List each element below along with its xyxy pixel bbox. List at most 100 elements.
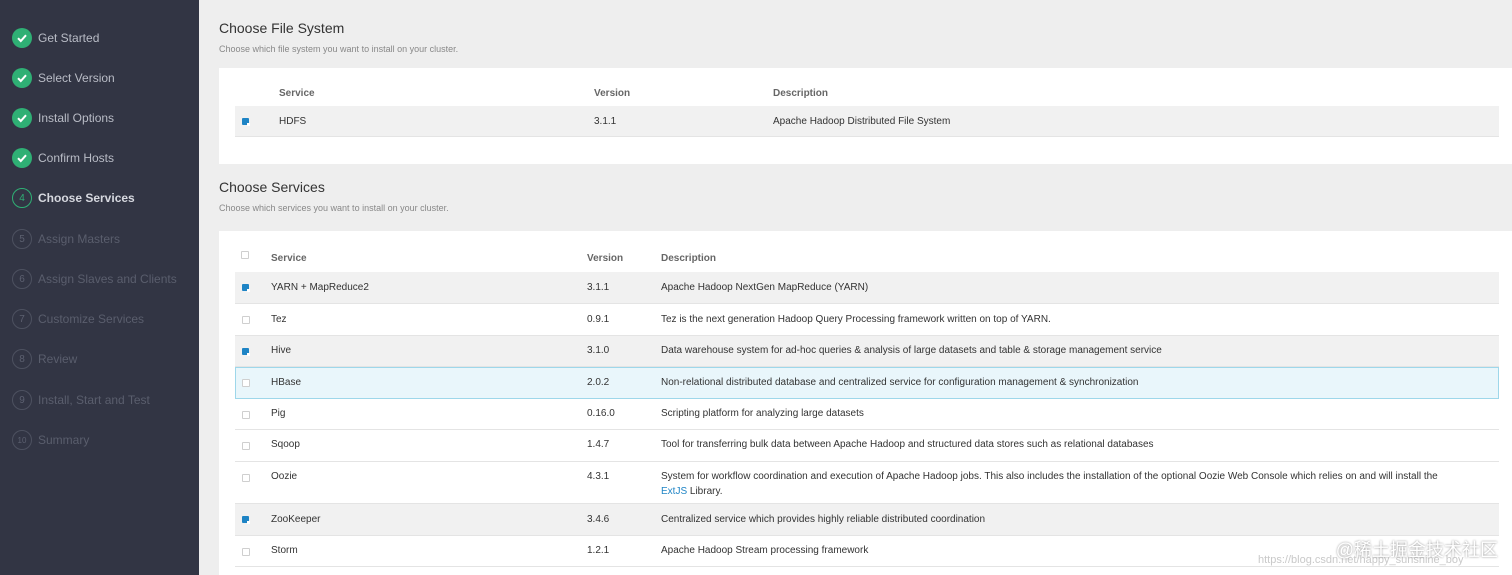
service-description: Non-relational distributed database and … [661, 377, 1139, 388]
service-version: 0.16.0 [587, 408, 615, 419]
check-circle-icon [12, 148, 32, 168]
col-header-version: Version [587, 253, 624, 264]
service-version: 1.2.1 [587, 545, 610, 556]
service-checkbox[interactable] [242, 548, 250, 556]
description-tail: Library. [687, 486, 723, 497]
service-name: Sqoop [271, 439, 300, 450]
service-version: 3.4.6 [587, 514, 610, 525]
step-label: Review [38, 352, 78, 366]
service-checkbox[interactable] [242, 348, 250, 356]
step-number-icon: 5 [12, 229, 32, 249]
service-version: 3.1.0 [587, 345, 610, 356]
step-install-start-test: 9 Install, Start and Test [12, 388, 150, 412]
step-number-icon: 7 [12, 309, 32, 329]
service-description-line2: ExtJS Library. [661, 486, 723, 497]
service-checkbox[interactable] [242, 411, 250, 419]
step-customize-services: 7 Customize Services [12, 307, 144, 331]
step-assign-masters: 5 Assign Masters [12, 227, 120, 251]
service-name: YARN + MapReduce2 [271, 282, 369, 293]
step-label: Assign Masters [38, 232, 121, 246]
services-subtitle: Choose which services you want to instal… [219, 203, 449, 213]
service-name: Storm [271, 545, 298, 556]
wizard-sidebar: Get Started Select Version Install Optio… [0, 0, 199, 575]
step-review: 8 Review [12, 347, 77, 371]
service-checkbox[interactable] [242, 474, 250, 482]
table-row[interactable]: YARN + MapReduce2 3.1.1 Apache Hadoop Ne… [235, 272, 1499, 304]
step-install-options[interactable]: Install Options [12, 106, 114, 130]
step-number-icon: 9 [12, 390, 32, 410]
service-version: 4.3.1 [587, 471, 610, 482]
service-name: Tez [271, 314, 287, 325]
table-row[interactable]: Oozie 4.3.1 System for workflow coordina… [235, 462, 1499, 504]
step-number-icon: 4 [12, 188, 32, 208]
service-checkbox[interactable] [242, 442, 250, 450]
check-circle-icon [12, 108, 32, 128]
service-name: HBase [271, 377, 302, 388]
col-header-version: Version [594, 88, 631, 99]
check-circle-icon [12, 68, 32, 88]
service-name: HDFS [279, 116, 307, 127]
step-label: Customize Services [38, 312, 145, 326]
table-row[interactable]: HBase 2.0.2 Non-relational distributed d… [235, 367, 1499, 399]
step-number-icon: 6 [12, 269, 32, 289]
step-get-started[interactable]: Get Started [12, 26, 99, 50]
service-name: ZooKeeper [271, 514, 321, 525]
col-header-description: Description [773, 88, 829, 99]
extjs-link[interactable]: ExtJS [661, 486, 687, 497]
service-checkbox[interactable] [242, 516, 250, 524]
file-system-subtitle: Choose which file system you want to ins… [219, 44, 459, 54]
col-header-service: Service [279, 88, 315, 99]
check-circle-icon [12, 28, 32, 48]
step-label: Assign Slaves and Clients [38, 272, 177, 286]
service-checkbox[interactable] [242, 379, 250, 387]
service-version: 2.0.2 [587, 377, 610, 388]
col-header-description: Description [661, 253, 717, 264]
service-name: Oozie [271, 471, 298, 482]
services-title: Choose Services [219, 179, 325, 195]
table-row[interactable]: Sqoop 1.4.7 Tool for transferring bulk d… [235, 430, 1499, 462]
table-row[interactable]: Pig 0.16.0 Scripting platform for analyz… [235, 399, 1499, 430]
col-header-service: Service [271, 253, 307, 264]
service-description: Tez is the next generation Hadoop Query … [661, 314, 1051, 325]
service-name: Pig [271, 408, 286, 419]
step-label: Get Started [38, 31, 100, 45]
service-checkbox[interactable] [242, 316, 250, 324]
step-number-icon: 10 [12, 430, 32, 450]
file-system-title: Choose File System [219, 20, 345, 36]
service-version: 1.4.7 [587, 439, 610, 450]
step-assign-slaves: 6 Assign Slaves and Clients [12, 267, 177, 291]
service-name: Hive [271, 345, 292, 356]
table-row[interactable]: Tez 0.9.1 Tez is the next generation Had… [235, 304, 1499, 336]
table-row[interactable]: ZooKeeper 3.4.6 Centralized service whic… [235, 504, 1499, 536]
step-number-icon: 8 [12, 349, 32, 369]
step-label: Select Version [38, 71, 115, 85]
service-description: Apache Hadoop Distributed File System [773, 116, 951, 127]
service-version: 3.1.1 [587, 282, 610, 293]
file-system-panel: Service Version Description HDFS 3.1.1 A… [219, 68, 1512, 164]
service-checkbox[interactable] [242, 118, 250, 126]
service-description: Data warehouse system for ad-hoc queries… [661, 345, 1162, 356]
step-select-version[interactable]: Select Version [12, 66, 115, 90]
step-label: Confirm Hosts [38, 151, 115, 165]
table-row[interactable]: HDFS 3.1.1 Apache Hadoop Distributed Fil… [235, 106, 1499, 137]
service-description: Scripting platform for analyzing large d… [661, 408, 864, 419]
table-row[interactable]: Hive 3.1.0 Data warehouse system for ad-… [235, 336, 1499, 367]
step-summary: 10 Summary [12, 428, 89, 452]
watermark-site: @稀土掘金技术社区 [1335, 540, 1498, 560]
select-all-checkbox[interactable] [241, 251, 249, 259]
service-description: Apache Hadoop NextGen MapReduce (YARN) [661, 282, 869, 293]
step-label: Install Options [38, 111, 115, 125]
step-label: Summary [38, 433, 90, 447]
services-panel: Service Version Description YARN + MapRe… [219, 231, 1512, 575]
step-label: Choose Services [38, 191, 135, 205]
service-version: 3.1.1 [594, 116, 617, 127]
step-confirm-hosts[interactable]: Confirm Hosts [12, 146, 114, 170]
service-description: Tool for transferring bulk data between … [661, 439, 1154, 450]
service-description: System for workflow coordination and exe… [661, 471, 1438, 482]
service-description: Centralized service which provides highl… [661, 514, 986, 525]
service-version: 0.9.1 [587, 314, 610, 325]
step-choose-services[interactable]: 4 Choose Services [12, 186, 135, 210]
service-checkbox[interactable] [242, 284, 250, 292]
service-description: Apache Hadoop Stream processing framewor… [661, 545, 869, 556]
step-label: Install, Start and Test [38, 393, 150, 407]
